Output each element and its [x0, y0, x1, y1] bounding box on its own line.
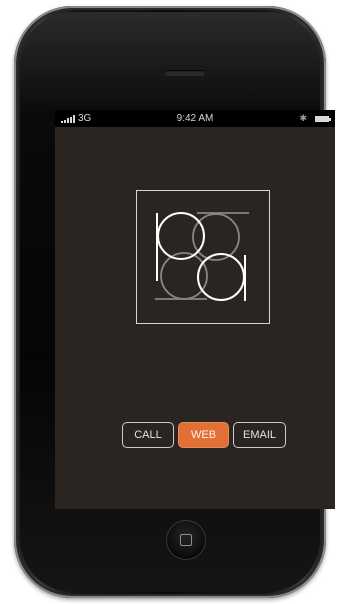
call-button[interactable]: CALL [122, 422, 174, 448]
device-screen: 3G 9:42 AM ✱ CALL WEB EMAIL [55, 110, 335, 509]
status-right-group: ✱ [299, 113, 331, 124]
web-button[interactable]: WEB [178, 422, 229, 448]
home-square-icon [180, 534, 192, 546]
bluetooth-icon: ✱ [299, 113, 307, 123]
phone-frame: 3G 9:42 AM ✱ CALL WEB EMAIL [14, 6, 335, 598]
earpiece-speaker [165, 70, 205, 76]
pa-monogram-logo-icon [155, 212, 249, 301]
email-button[interactable]: EMAIL [233, 422, 286, 448]
status-bar: 3G 9:42 AM ✱ [55, 110, 335, 127]
status-time: 9:42 AM [176, 113, 214, 124]
battery-icon [315, 115, 331, 122]
pa-logo [136, 190, 270, 324]
action-buttons: CALL WEB EMAIL [122, 422, 286, 448]
home-button[interactable] [166, 520, 206, 560]
